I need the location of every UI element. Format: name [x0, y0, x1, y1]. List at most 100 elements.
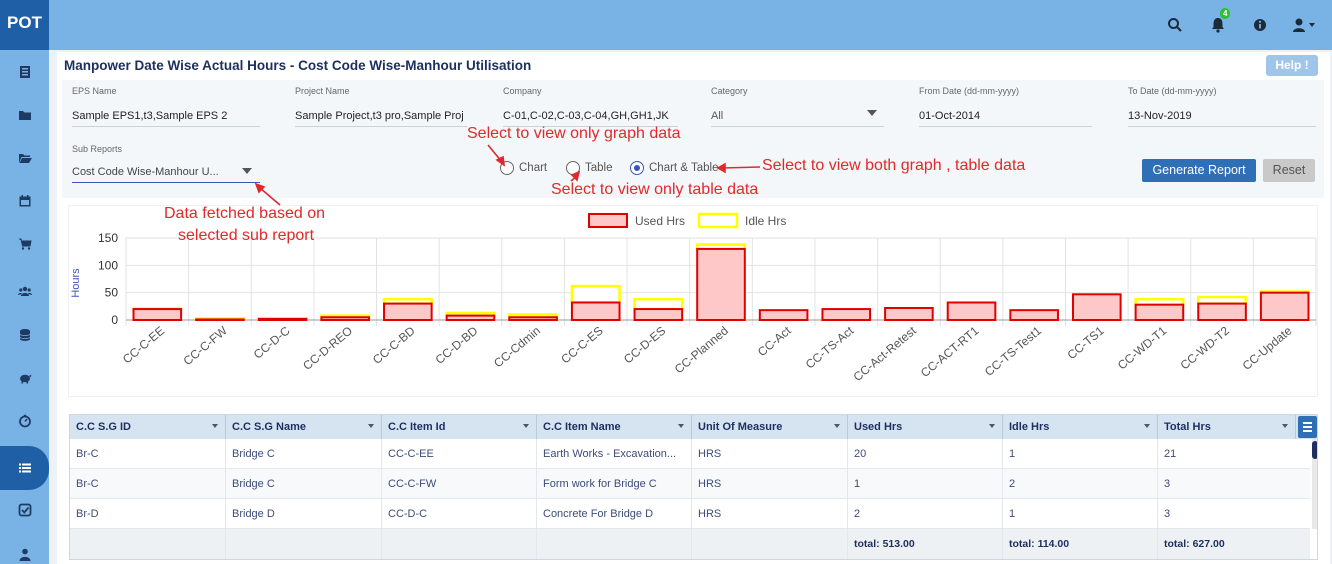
sidebar-item-cart[interactable] — [0, 224, 49, 264]
sort-icon[interactable] — [212, 424, 218, 428]
sort-icon[interactable] — [834, 424, 840, 428]
bar-used-hrs — [445, 314, 496, 321]
column-header-idle-hrs[interactable]: Idle Hrs — [1003, 415, 1158, 439]
user-menu-icon[interactable] — [1291, 16, 1317, 34]
column-header-sg-id[interactable]: C.C S.G ID — [70, 415, 226, 439]
column-header-label: Used Hrs — [854, 421, 903, 433]
sidebar-item-budget[interactable] — [0, 358, 49, 398]
radio-chart-and-table-circle[interactable] — [630, 161, 644, 175]
column-header-sg-name[interactable]: C.C S.G Name — [226, 415, 382, 439]
sort-icon[interactable] — [368, 424, 374, 428]
search-icon[interactable] — [1166, 16, 1184, 34]
footer-cell — [692, 529, 848, 559]
radio-table[interactable]: Table — [566, 161, 613, 175]
table-row[interactable]: Br-D Bridge D CC-D-C Concrete For Bridge… — [70, 499, 1310, 529]
x-tick-label: CC-WD-T2 — [1178, 323, 1233, 372]
table-cell: HRS — [692, 439, 848, 469]
sub-reports-select[interactable]: Cost Code Wise-Manhour U... — [72, 163, 260, 183]
column-header-total-hrs[interactable]: Total Hrs — [1158, 415, 1296, 439]
footer-cell — [226, 529, 382, 559]
category-caret-icon[interactable] — [867, 110, 877, 116]
app-logo[interactable]: POT — [0, 0, 49, 50]
column-menu-icon[interactable] — [1298, 416, 1317, 438]
table-scrollbar[interactable] — [1312, 439, 1317, 529]
column-header-uom[interactable]: Unit Of Measure — [692, 415, 848, 439]
sort-icon[interactable] — [1144, 424, 1150, 428]
bar-used-hrs — [1259, 291, 1310, 321]
sidebar-item-folder-open[interactable] — [0, 138, 49, 178]
table-cell: 2 — [1003, 469, 1158, 499]
to-date-label: To Date (dd-mm-yyyy) — [1128, 86, 1217, 96]
company-field[interactable]: C-01,C-02,C-03,C-04,GH,GH1,JK — [503, 107, 678, 127]
bar-used-hrs — [257, 317, 308, 322]
sub-reports-label: Sub Reports — [72, 144, 123, 154]
reset-button[interactable]: Reset — [1263, 159, 1315, 182]
x-tick-label: CC-Act-Retest — [851, 323, 920, 384]
x-tick-label: CC-C-BD — [370, 323, 418, 367]
sidebar-item-users[interactable] — [0, 271, 49, 311]
sort-icon[interactable] — [989, 424, 995, 428]
y-tick-label: 100 — [98, 258, 118, 272]
radio-chart[interactable]: Chart — [500, 161, 547, 175]
radio-table-label: Table — [585, 162, 613, 174]
info-icon[interactable] — [1251, 16, 1269, 34]
sort-icon[interactable] — [678, 424, 684, 428]
to-date-field[interactable]: 13-Nov-2019 — [1128, 107, 1316, 127]
generate-report-button[interactable]: Generate Report — [1142, 159, 1256, 182]
folder-icon — [18, 111, 31, 120]
table-cell: Br-C — [70, 439, 226, 469]
x-tick-label: CC-Update — [1240, 323, 1295, 373]
sub-reports-caret-icon[interactable] — [242, 168, 252, 174]
bar-used-hrs — [195, 318, 245, 321]
x-tick-label: CC-C-ES — [558, 324, 605, 367]
sidebar-item-database[interactable] — [0, 315, 49, 355]
bar-used-hrs — [570, 301, 621, 322]
sidebar-item-reports[interactable] — [0, 446, 49, 490]
radio-chart-and-table[interactable]: Chart & Table — [630, 161, 718, 175]
radio-chart-label: Chart — [519, 162, 548, 174]
sidebar-item-tasks[interactable] — [0, 490, 49, 530]
sidebar-item-profile[interactable] — [0, 534, 49, 564]
table-cell: 2 — [848, 499, 1003, 529]
column-header-item-name[interactable]: C.C Item Name — [537, 415, 692, 439]
page-title: Manpower Date Wise Actual Hours - Cost C… — [64, 58, 532, 73]
table-cell: Concrete For Bridge D — [537, 499, 692, 529]
x-tick-label: CC-TS-Test1 — [982, 323, 1044, 379]
table-cell: 1 — [848, 469, 1003, 499]
sidebar-item-folder[interactable] — [0, 95, 49, 135]
column-header-used-hrs[interactable]: Used Hrs — [848, 415, 1003, 439]
sort-icon[interactable] — [523, 424, 529, 428]
used-hrs-total: total: 513.00 — [848, 529, 1003, 559]
table-row[interactable]: Br-C Bridge C CC-C-EE Earth Works - Exca… — [70, 439, 1310, 469]
scrollbar-thumb[interactable] — [1312, 441, 1317, 459]
column-header-item-id[interactable]: C.C Item Id — [382, 415, 537, 439]
table-row[interactable]: Br-C Bridge C CC-C-FW Form work for Brid… — [70, 469, 1310, 499]
sidebar-item-timer[interactable] — [0, 401, 49, 441]
footer-cell — [70, 529, 226, 559]
category-select[interactable]: All — [711, 107, 884, 127]
project-field[interactable]: Sample Project,t3 pro,Sample Proj — [295, 107, 467, 127]
from-date-label: From Date (dd-mm-yyyy) — [919, 86, 1020, 96]
sidebar-item-calendar[interactable] — [0, 181, 49, 221]
radio-chart-circle[interactable] — [500, 161, 514, 175]
from-date-field[interactable]: 01-Oct-2014 — [919, 107, 1092, 127]
help-button[interactable]: Help ! — [1266, 55, 1318, 76]
footer-cell — [382, 529, 537, 559]
x-tick-label: CC-TS-Act — [803, 323, 857, 371]
table-footer: total: 513.00 total: 114.00 total: 627.0… — [70, 529, 1310, 559]
annotation-table-only: Select to view only table data — [551, 181, 759, 198]
eps-field[interactable]: Sample EPS1,t3,Sample EPS 2 — [72, 107, 260, 127]
y-tick-label: 150 — [98, 231, 118, 245]
table-cell: Earth Works - Excavation... — [537, 439, 692, 469]
table-cell: Bridge C — [226, 469, 382, 499]
sidebar-item-dashboard[interactable] — [0, 52, 49, 92]
annotation-both: Select to view both graph , table data — [762, 157, 1026, 174]
x-tick-label: CC-D-ES — [621, 324, 668, 367]
annotation-sub-report-line1: Data fetched based on — [164, 205, 326, 222]
sort-icon[interactable] — [1282, 424, 1288, 428]
bar-used-hrs — [1197, 302, 1247, 321]
annotation-sub-report-line2: selected sub report — [178, 227, 315, 244]
table-cell: 1 — [1003, 499, 1158, 529]
radio-table-circle[interactable] — [566, 161, 580, 175]
footer-cell — [537, 529, 692, 559]
